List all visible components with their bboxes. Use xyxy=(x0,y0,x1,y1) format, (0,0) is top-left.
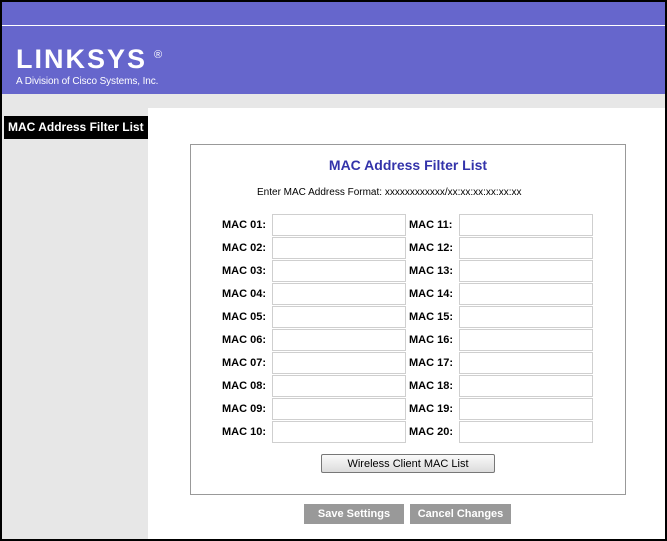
mac-address-input[interactable] xyxy=(272,329,406,351)
header-divider xyxy=(2,25,665,26)
mac-row: MAC 06: MAC 16: xyxy=(191,329,625,352)
mac-label: MAC 18: xyxy=(409,380,454,392)
browser-frame: LINKSYS ® A Division of Cisco Systems, I… xyxy=(0,0,667,541)
mac-row: MAC 10: MAC 20: xyxy=(191,421,625,444)
mac-address-input[interactable] xyxy=(459,375,593,397)
mac-row: MAC 07: MAC 17: xyxy=(191,352,625,375)
header-banner: LINKSYS ® A Division of Cisco Systems, I… xyxy=(2,2,665,94)
mac-address-input[interactable] xyxy=(459,398,593,420)
mac-row: MAC 05: MAC 15: xyxy=(191,306,625,329)
mac-label: MAC 01: xyxy=(222,219,267,231)
mac-address-input[interactable] xyxy=(272,260,406,282)
cancel-changes-button[interactable]: Cancel Changes xyxy=(410,504,511,524)
mac-address-input[interactable] xyxy=(459,306,593,328)
mac-address-input[interactable] xyxy=(272,398,406,420)
logo-subtitle: A Division of Cisco Systems, Inc. xyxy=(16,76,159,87)
registered-mark: ® xyxy=(154,49,163,61)
mac-address-input[interactable] xyxy=(459,260,593,282)
mac-address-input[interactable] xyxy=(459,237,593,259)
mac-filter-panel: MAC Address Filter List Enter MAC Addres… xyxy=(190,144,626,495)
format-hint: Enter MAC Address Format: xxxxxxxxxxxx/x… xyxy=(257,187,522,198)
mac-label: MAC 15: xyxy=(409,311,454,323)
mac-label: MAC 17: xyxy=(409,357,454,369)
mac-label: MAC 07: xyxy=(222,357,267,369)
logo-wordmark: LINKSYS xyxy=(16,44,148,74)
mac-address-input[interactable] xyxy=(459,214,593,236)
mac-label: MAC 12: xyxy=(409,242,454,254)
mac-label: MAC 05: xyxy=(222,311,267,323)
mac-row: MAC 03: MAC 13: xyxy=(191,260,625,283)
mac-label: MAC 20: xyxy=(409,426,454,438)
mac-address-input[interactable] xyxy=(272,214,406,236)
mac-label: MAC 10: xyxy=(222,426,267,438)
mac-address-input[interactable] xyxy=(459,421,593,443)
mac-label: MAC 06: xyxy=(222,334,267,346)
mac-label: MAC 09: xyxy=(222,403,267,415)
save-settings-button[interactable]: Save Settings xyxy=(304,504,404,524)
mac-address-input[interactable] xyxy=(459,352,593,374)
mac-row: MAC 09: MAC 19: xyxy=(191,398,625,421)
mac-address-input[interactable] xyxy=(272,237,406,259)
mac-address-input[interactable] xyxy=(459,329,593,351)
panel-title: MAC Address Filter List xyxy=(328,157,488,173)
mac-row: MAC 04: MAC 14: xyxy=(191,283,625,306)
mac-label: MAC 13: xyxy=(409,265,454,277)
mac-label: MAC 19: xyxy=(409,403,454,415)
mac-address-input[interactable] xyxy=(272,283,406,305)
mac-label: MAC 11: xyxy=(409,219,453,231)
mac-label: MAC 02: xyxy=(222,242,267,254)
sidebar-title: MAC Address Filter List xyxy=(4,116,148,139)
mac-row: MAC 02: MAC 12: xyxy=(191,237,625,260)
mac-address-input[interactable] xyxy=(459,283,593,305)
header-band xyxy=(2,94,665,108)
mac-address-input[interactable] xyxy=(272,306,406,328)
mac-label: MAC 16: xyxy=(409,334,454,346)
mac-row: MAC 01: MAC 11: xyxy=(191,214,625,237)
mac-row: MAC 08: MAC 18: xyxy=(191,375,625,398)
mac-address-input[interactable] xyxy=(272,352,406,374)
wireless-client-mac-list-button[interactable]: Wireless Client MAC List xyxy=(321,454,495,473)
mac-label: MAC 08: xyxy=(222,380,267,392)
sidebar xyxy=(2,108,148,539)
mac-label: MAC 04: xyxy=(222,288,267,300)
mac-label: MAC 03: xyxy=(222,265,267,277)
mac-address-input[interactable] xyxy=(272,421,406,443)
mac-address-input[interactable] xyxy=(272,375,406,397)
linksys-logo: LINKSYS ® A Division of Cisco Systems, I… xyxy=(16,44,162,88)
mac-label: MAC 14: xyxy=(409,288,454,300)
